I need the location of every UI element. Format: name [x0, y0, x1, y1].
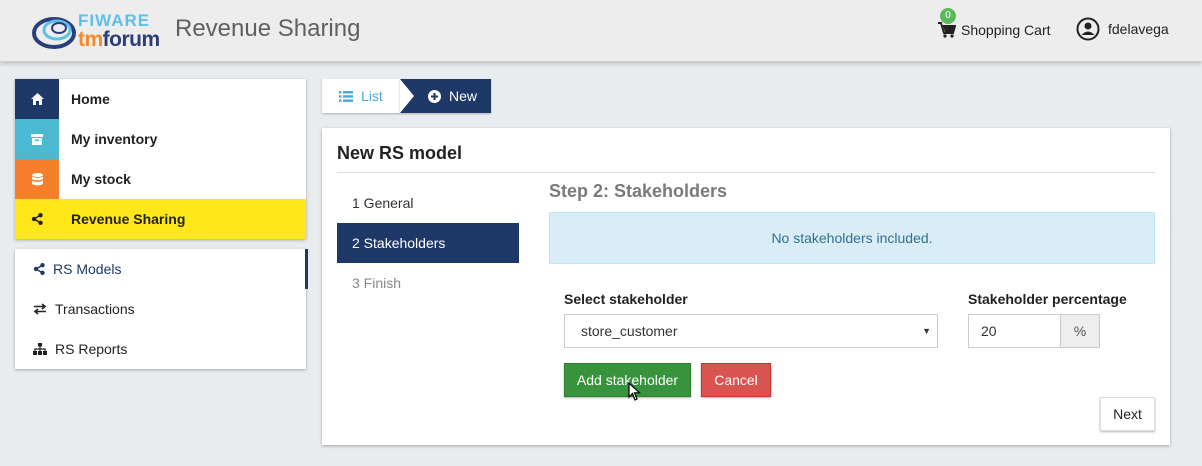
- share-icon: [33, 263, 45, 275]
- main-nav: Home My inventory My stock Revenue Shari…: [15, 79, 306, 239]
- user-name: fdelavega: [1108, 21, 1169, 37]
- stakeholder-percentage-input[interactable]: 20 %: [968, 314, 1100, 348]
- top-bar: FIWARE tmforum Revenue Sharing 0 Shoppin…: [0, 0, 1202, 62]
- fiware-tmforum-logo[interactable]: FIWARE tmforum: [30, 9, 170, 53]
- breadcrumb-new[interactable]: New: [400, 79, 491, 113]
- logo-forum-part: forum: [102, 28, 161, 51]
- select-caret-icon: ▼: [922, 326, 931, 336]
- stakeholder-select[interactable]: store_customer ▼: [564, 314, 938, 348]
- app-title: Revenue Sharing: [175, 15, 361, 42]
- nav-inventory-icon-box: [15, 119, 59, 159]
- step-finish[interactable]: 3 Finish: [337, 263, 519, 303]
- nav-label-home: Home: [71, 91, 110, 107]
- sub-item-transactions[interactable]: Transactions: [15, 289, 306, 329]
- breadcrumb: List New: [322, 79, 491, 113]
- percentage-value: 20: [981, 323, 997, 339]
- next-button[interactable]: Next: [1100, 397, 1155, 431]
- nav-label-my-stock: My stock: [71, 171, 131, 187]
- nav-item-my-stock[interactable]: My stock: [15, 159, 306, 199]
- logo-tm-part: tm: [78, 28, 103, 51]
- nav-stock-icon-box: [15, 159, 59, 199]
- nav-item-revenue-sharing[interactable]: Revenue Sharing: [15, 199, 306, 239]
- nav-home-icon-box: [15, 79, 59, 119]
- shopping-cart-link[interactable]: 0 Shopping Cart: [938, 8, 1051, 42]
- user-avatar-icon: [1076, 17, 1100, 41]
- panel-divider: [337, 172, 1155, 173]
- no-stakeholders-alert: No stakeholders included.: [549, 212, 1155, 264]
- nav-label-my-inventory: My inventory: [71, 131, 158, 147]
- step-stakeholders[interactable]: 2 Stakeholders: [337, 223, 519, 263]
- new-rs-model-panel: New RS model 1 General 2 Stakeholders 3 …: [322, 128, 1170, 445]
- cart-icon: [938, 22, 956, 38]
- archive-icon: [31, 133, 43, 145]
- stakeholder-percentage-label: Stakeholder percentage: [968, 291, 1127, 307]
- database-icon: [31, 172, 43, 185]
- sub-item-rs-reports[interactable]: RS Reports: [15, 329, 306, 369]
- cart-label: Shopping Cart: [961, 22, 1051, 38]
- nav-label-revenue-sharing: Revenue Sharing: [71, 211, 186, 227]
- logo-tmforum-text: tmforum: [78, 28, 160, 52]
- exchange-icon: [33, 303, 47, 315]
- plus-circle-icon: [428, 89, 441, 103]
- logo-swirl-icon: [32, 17, 76, 49]
- add-stakeholder-button[interactable]: Add stakeholder: [564, 363, 691, 397]
- breadcrumb-new-label: New: [449, 88, 478, 104]
- sub-label-rs-models: RS Models: [53, 261, 122, 277]
- nav-revenue-icon-box: [15, 199, 59, 239]
- home-icon: [30, 93, 44, 105]
- step-general[interactable]: 1 General: [337, 183, 519, 223]
- breadcrumb-list[interactable]: List: [322, 79, 400, 113]
- wizard-steps: 1 General 2 Stakeholders 3 Finish: [337, 183, 519, 303]
- cancel-button[interactable]: Cancel: [701, 363, 771, 397]
- revenue-sub-nav: RS Models Transactions RS Reports: [15, 249, 308, 369]
- cart-count-badge: 0: [940, 8, 956, 24]
- sub-label-rs-reports: RS Reports: [55, 341, 128, 357]
- percentage-addon: %: [1060, 314, 1100, 348]
- sitemap-icon: [33, 343, 47, 355]
- nav-item-home[interactable]: Home: [15, 79, 306, 119]
- breadcrumb-list-label: List: [361, 88, 383, 104]
- nav-item-my-inventory[interactable]: My inventory: [15, 119, 306, 159]
- list-icon: [339, 90, 353, 102]
- sub-label-transactions: Transactions: [55, 301, 135, 317]
- sub-item-rs-models[interactable]: RS Models: [15, 249, 308, 289]
- select-stakeholder-label: Select stakeholder: [564, 291, 688, 307]
- step-heading: Step 2: Stakeholders: [549, 181, 728, 201]
- user-menu[interactable]: fdelavega: [1076, 17, 1169, 41]
- stakeholder-select-value: store_customer: [581, 323, 678, 339]
- share-icon: [31, 213, 43, 225]
- panel-title: New RS model: [337, 143, 463, 163]
